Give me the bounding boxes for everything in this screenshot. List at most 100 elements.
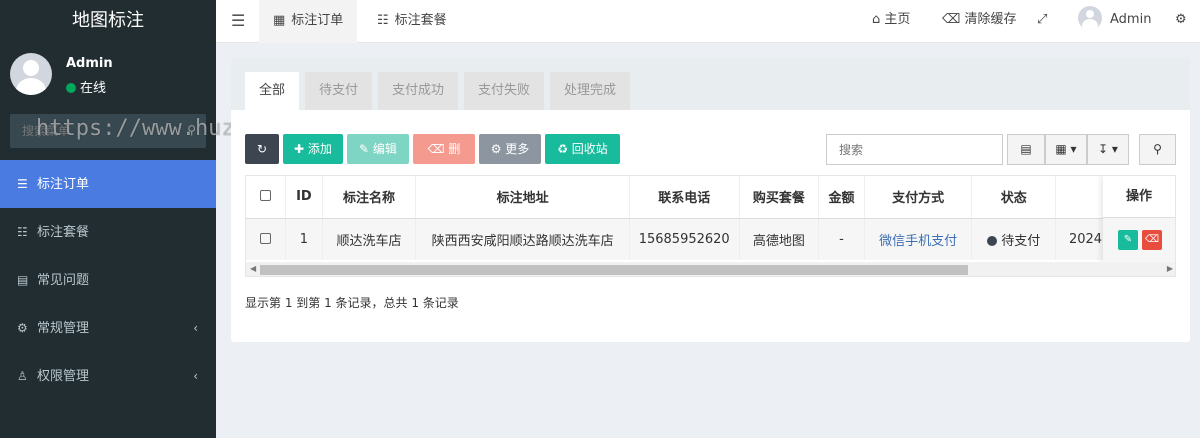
search-icon[interactable]: ⚲ xyxy=(187,123,196,137)
col-payment[interactable]: 支付方式 xyxy=(864,176,973,219)
tab-failed[interactable]: 支付失败 xyxy=(464,72,545,110)
trash-icon: ⌫ xyxy=(1144,234,1160,245)
trash-icon: ⌫ xyxy=(942,12,965,27)
recycle-bin-button[interactable]: ♻ 回收站 xyxy=(545,134,620,164)
settings-icon[interactable]: ⚙ xyxy=(1175,0,1187,43)
row-delete-button[interactable]: ⌫ xyxy=(1142,230,1162,250)
cell-id: 1 xyxy=(285,218,323,260)
sidebar-search-input[interactable] xyxy=(10,114,170,148)
fullscreen-icon[interactable]: ⤢ xyxy=(1037,0,1047,43)
add-label: 添加 xyxy=(307,142,332,156)
data-table: ID 标注名称 标注地址 联系电话 购买套餐 金额 支付方式 状态 1 顺达洗车… xyxy=(246,176,1175,260)
app-logo[interactable]: 地图标注 xyxy=(0,0,216,42)
orders-table: ID 标注名称 标注地址 联系电话 购买套餐 金额 支付方式 状态 1 顺达洗车… xyxy=(245,175,1176,277)
status-badge: 待支付 xyxy=(1001,233,1041,249)
user-name: Admin xyxy=(66,56,113,71)
edit-button[interactable]: ✎ 编辑 xyxy=(347,134,409,164)
sidebar-item-orders[interactable]: ☰ 标注订单 xyxy=(0,160,216,208)
tab-paid[interactable]: 支付成功 xyxy=(378,72,459,110)
sidebar-item-packages[interactable]: ☷ 标注套餐 xyxy=(0,208,216,256)
export-icon: ↧ ▾ xyxy=(1098,142,1118,156)
scrollbar-thumb[interactable] xyxy=(260,265,968,275)
cogs-icon: ⚙ xyxy=(17,321,28,335)
cell-amount: - xyxy=(818,218,865,260)
refresh-button[interactable]: ↻ xyxy=(245,134,279,164)
cell-phone: 15685952620 xyxy=(629,218,740,260)
col-package[interactable]: 购买套餐 xyxy=(739,176,820,219)
delete-button[interactable]: ⌫ 删除 xyxy=(413,134,475,186)
cell-package: 高德地图 xyxy=(739,218,820,260)
add-button[interactable]: ✚ 添加 xyxy=(283,134,343,164)
clear-cache-label: 清除缓存 xyxy=(964,12,1017,27)
recycle-icon: ♻ xyxy=(557,142,572,156)
sidebar-search: ⚲ xyxy=(10,114,206,148)
clear-cache-link[interactable]: ⌫ 清除缓存 xyxy=(942,0,1017,43)
more-label: 更多 xyxy=(505,142,530,156)
payment-link[interactable]: 微信手机支付 xyxy=(879,234,957,249)
tab-pending[interactable]: 待支付 xyxy=(305,72,373,110)
cell-address: 陕西西安咸阳顺达路顺达洗车店 xyxy=(415,218,630,260)
row-edit-button[interactable]: ✎ xyxy=(1118,230,1138,250)
table-header-row: ID 标注名称 标注地址 联系电话 购买套餐 金额 支付方式 状态 xyxy=(246,176,1175,219)
sidebar-item-label: 常规管理 xyxy=(37,321,90,336)
cell-payment[interactable]: 微信手机支付 xyxy=(864,218,973,260)
tab-done[interactable]: 处理完成 xyxy=(550,72,631,110)
home-label: 主页 xyxy=(884,12,911,27)
menu-toggle-icon[interactable]: ☰ xyxy=(231,11,245,30)
col-id[interactable]: ID xyxy=(285,176,323,219)
sidebar-item-permissions[interactable]: ♙ 权限管理 ‹ xyxy=(0,352,216,400)
horizontal-scrollbar[interactable]: ◀ ▶ xyxy=(246,262,1175,276)
cell-name: 顺达洗车店 xyxy=(322,218,417,260)
avatar xyxy=(10,53,52,95)
table-row[interactable]: 1 顺达洗车店 陕西西安咸阳顺达路顺达洗车店 15685952620 高德地图 … xyxy=(246,218,1175,260)
tab-orders[interactable]: ▦ 标注订单 xyxy=(259,0,358,43)
pencil-icon: ✎ xyxy=(359,142,373,156)
scroll-left-icon[interactable]: ◀ xyxy=(250,264,256,273)
book-icon: ▤ xyxy=(17,273,29,287)
col-name[interactable]: 标注名称 xyxy=(322,176,417,219)
more-button[interactable]: ⚙ 更多 xyxy=(479,134,541,164)
sidebar-item-label: 权限管理 xyxy=(37,369,90,384)
recycle-label: 回收站 xyxy=(571,142,608,156)
chevron-left-icon: ‹ xyxy=(193,369,198,383)
search-input[interactable] xyxy=(826,134,1003,165)
tab-label: 标注订单 xyxy=(291,13,344,28)
select-all-checkbox[interactable] xyxy=(246,176,287,219)
plus-icon: ✚ xyxy=(294,142,308,156)
sidebar-item-faq[interactable]: ▤ 常见问题 xyxy=(0,256,216,304)
cell-status: 待支付 xyxy=(971,218,1056,260)
top-navbar: ☰ ▦ 标注订单 ☷ 标注套餐 ⌂ 主页 ⌫ 清除缓存 ⤢ Admin ⚙ xyxy=(216,0,1200,43)
user-menu[interactable]: Admin xyxy=(1078,0,1151,43)
home-icon: ⌂ xyxy=(872,12,885,27)
online-dot-icon xyxy=(66,83,76,93)
sidebar-item-label: 常见问题 xyxy=(37,273,90,288)
map-icon: ▦ xyxy=(273,13,286,28)
edit-label: 编辑 xyxy=(372,142,397,156)
col-address[interactable]: 标注地址 xyxy=(415,176,630,219)
gear-icon: ⚙ xyxy=(490,142,506,156)
col-operations: 操作 xyxy=(1103,176,1175,218)
export-button[interactable]: ↧ ▾ xyxy=(1087,134,1129,165)
refresh-icon: ↻ xyxy=(256,142,268,156)
sidebar-item-general[interactable]: ⚙ 常规管理 ‹ xyxy=(0,304,216,352)
toggle-view-button[interactable]: ▤ xyxy=(1007,134,1045,165)
top-user-name: Admin xyxy=(1110,12,1152,27)
col-phone[interactable]: 联系电话 xyxy=(629,176,740,219)
row-checkbox[interactable] xyxy=(246,218,287,260)
home-link[interactable]: ⌂ 主页 xyxy=(872,0,910,43)
columns-button[interactable]: ▦ ▾ xyxy=(1045,134,1087,165)
tab-all[interactable]: 全部 xyxy=(245,72,300,110)
main-panel: 全部 待支付 支付成功 支付失败 处理完成 ↻ ✚ 添加 ✎ 编辑 ⌫ 删除 ⚙… xyxy=(231,58,1190,342)
tab-packages[interactable]: ☷ 标注套餐 xyxy=(363,0,461,43)
chevron-left-icon: ‹ xyxy=(193,321,198,335)
sitemap-icon: ☷ xyxy=(17,225,28,239)
sidebar-item-label: 标注订单 xyxy=(37,177,90,192)
col-amount[interactable]: 金额 xyxy=(818,176,865,219)
advanced-search-button[interactable]: ⚲ xyxy=(1139,134,1176,165)
status-tabs: 全部 待支付 支付成功 支付失败 处理完成 xyxy=(231,58,1190,110)
map-icon: ☰ xyxy=(17,177,28,191)
scroll-right-icon[interactable]: ▶ xyxy=(1167,264,1173,273)
trash-icon: ⌫ xyxy=(427,142,449,156)
col-status[interactable]: 状态 xyxy=(971,176,1056,219)
pagination-info: 显示第 1 到第 1 条记录，总共 1 条记录 xyxy=(245,296,459,310)
